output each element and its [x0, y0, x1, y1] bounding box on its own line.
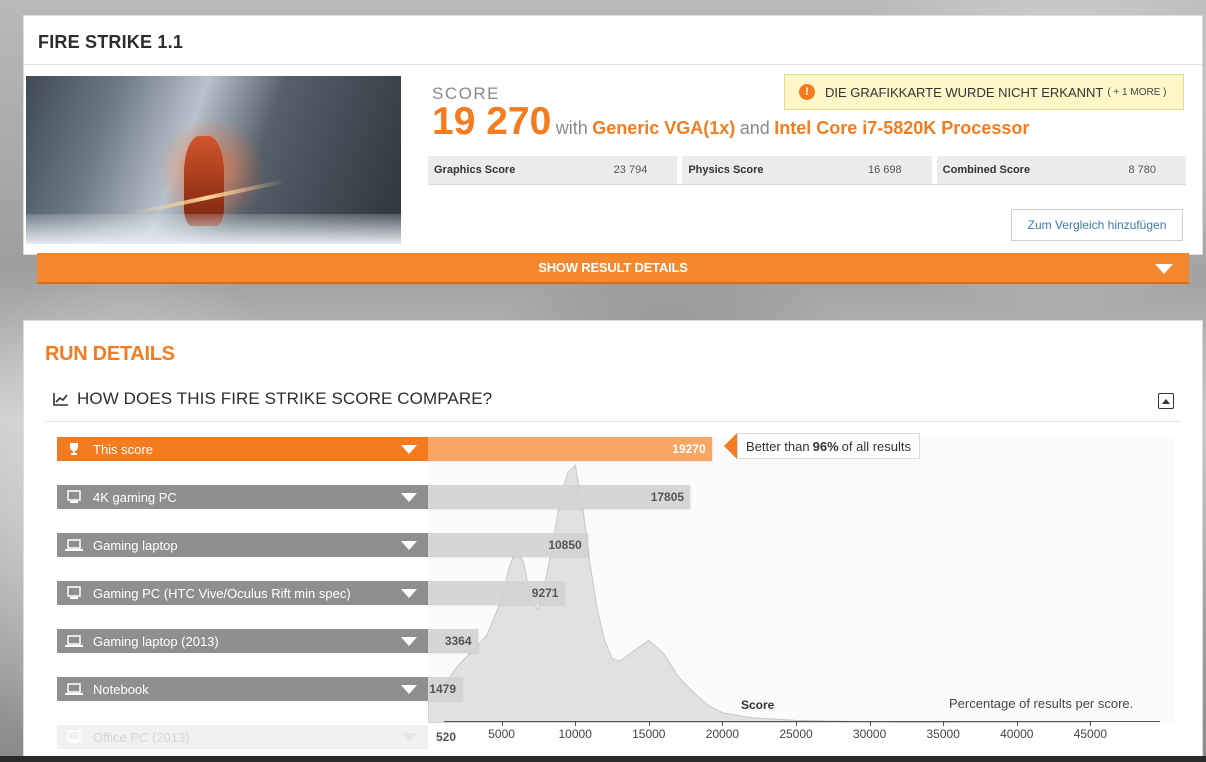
row-label-text: Gaming laptop (2013) — [93, 633, 219, 649]
row-label-text: This score — [93, 441, 153, 457]
row-dropdown[interactable]: Notebook — [57, 677, 428, 701]
callout-percent: 96% — [812, 438, 839, 454]
row-dropdown[interactable]: 4K gaming PC — [57, 485, 428, 509]
compare-heading-text: HOW DOES THIS FIRE STRIKE SCORE COMPARE? — [77, 389, 493, 408]
x-tick-label: 30000 — [852, 727, 887, 741]
compare-heading: HOW DOES THIS FIRE STRIKE SCORE COMPARE? — [53, 389, 492, 409]
chevron-down-icon — [401, 685, 417, 694]
chevron-down-icon — [401, 589, 417, 598]
desktop-icon — [65, 586, 83, 600]
benchmark-title: FIRE STRIKE 1.1 — [38, 32, 184, 52]
subscores: Graphics Score 23 794 Physics Score 16 6… — [428, 156, 1186, 184]
x-tick-label: 45000 — [1073, 727, 1108, 741]
run-details-card: RUN DETAILS HOW DOES THIS FIRE STRIKE SC… — [23, 320, 1203, 762]
subscore-label: Graphics Score — [434, 164, 516, 176]
callout-prefix: Better than — [746, 438, 810, 454]
x-tick — [501, 721, 503, 726]
warning-more[interactable]: ( + 1 MORE ) — [1107, 87, 1166, 98]
callout-arrow — [724, 433, 737, 459]
add-to-compare-button[interactable]: Zum Vergleich hinzufügen — [1011, 209, 1183, 241]
warning-text: DIE GRAFIKKARTE WURDE NICHT ERKANNT — [825, 84, 1104, 100]
chevron-down-icon — [401, 445, 417, 454]
graphics-score: Graphics Score 23 794 — [428, 156, 678, 184]
laptop-icon — [65, 634, 83, 648]
x-tick-label: 10000 — [558, 727, 592, 741]
callout-suffix: of all results — [841, 438, 912, 454]
with-text: with — [555, 118, 588, 138]
row-dropdown[interactable]: Office PC (2013) — [57, 725, 428, 749]
chevron-down-icon — [1155, 264, 1173, 274]
x-tick — [869, 721, 871, 726]
x-tick-label: 40000 — [1000, 727, 1034, 741]
warning-icon: ! — [799, 84, 815, 100]
line-chart-icon — [53, 393, 68, 406]
show-details-label: SHOW RESULT DETAILS — [538, 260, 688, 275]
score-bar: 17805 — [428, 485, 691, 509]
and-text: and — [739, 118, 770, 138]
score-bar: 3364 — [428, 629, 478, 653]
combined-score: Combined Score 8 780 — [936, 156, 1186, 184]
divider — [24, 64, 1202, 65]
cpu-name[interactable]: Intel Core i7-5820K Processor — [774, 118, 1029, 138]
x-tick — [648, 721, 650, 726]
row-dropdown[interactable]: Gaming PC (HTC Vive/Oculus Rift min spec… — [57, 581, 428, 605]
score-bar: 9271 — [428, 581, 565, 605]
bottom-edge — [0, 756, 1206, 762]
gpu-warning-badge[interactable]: ! DIE GRAFIKKARTE WURDE NICHT ERKANNT ( … — [784, 74, 1184, 110]
row-dropdown[interactable]: Gaming laptop — [57, 533, 428, 557]
physics-score: Physics Score 16 698 — [682, 156, 932, 184]
row-label-text: 4K gaming PC — [93, 489, 177, 505]
collapse-button[interactable] — [1158, 393, 1174, 409]
laptop-icon — [65, 682, 83, 696]
x-tick-label: 25000 — [779, 727, 813, 741]
subscore-value: 8 780 — [1128, 164, 1156, 176]
x-tick — [722, 721, 724, 726]
row-label-text: Notebook — [93, 681, 149, 697]
trophy-icon — [65, 442, 83, 456]
score-bar: 1479 — [428, 677, 462, 701]
subscore-label: Combined Score — [942, 164, 1031, 176]
row-label-text: Gaming laptop — [93, 537, 178, 553]
divider — [428, 184, 1186, 185]
desktop-icon — [65, 730, 83, 744]
better-than-callout: Better than 96% of all results — [724, 433, 921, 459]
x-tick — [575, 721, 577, 726]
show-result-details-button[interactable]: SHOW RESULT DETAILS — [37, 253, 1189, 284]
score-bar: 10850 — [428, 533, 588, 557]
row-label-text: Office PC (2013) — [93, 729, 190, 745]
subscore-value: 23 794 — [613, 164, 648, 176]
chevron-down-icon — [401, 733, 417, 742]
row-dropdown[interactable]: This score — [57, 437, 428, 461]
chevron-down-icon — [401, 541, 417, 550]
score-bar: 19270 — [428, 437, 712, 461]
laptop-icon — [65, 538, 83, 552]
x-tick — [1016, 721, 1018, 726]
row-label-text: Gaming PC (HTC Vive/Oculus Rift min spec… — [93, 585, 351, 601]
x-tick — [1090, 721, 1092, 726]
score-bar: 520 — [435, 730, 456, 744]
subscore-label: Physics Score — [688, 164, 764, 176]
chevron-down-icon — [401, 493, 417, 502]
x-tick-label: 15000 — [632, 727, 666, 741]
x-tick-label: 20000 — [705, 727, 740, 741]
x-axis — [444, 721, 1160, 722]
subscore-value: 16 698 — [868, 164, 902, 176]
row-dropdown[interactable]: Gaming laptop (2013) — [57, 629, 428, 653]
desktop-icon — [65, 490, 83, 504]
run-details-title: RUN DETAILS — [45, 343, 175, 365]
chevron-down-icon — [401, 637, 417, 646]
x-tick-label: 5000 — [488, 727, 515, 741]
score-value: 19 270 — [432, 100, 552, 143]
x-tick — [796, 721, 797, 726]
callout-text: Better than 96% of all results — [737, 433, 921, 459]
axis-note: Percentage of results per score. — [949, 696, 1134, 711]
result-card: FIRE STRIKE 1.1 SCORE 19 270 with Generi… — [23, 15, 1203, 255]
x-tick-label: 35000 — [926, 727, 960, 741]
benchmark-thumbnail — [26, 76, 401, 244]
gpu-name[interactable]: Generic VGA(1x) — [592, 118, 735, 138]
x-tick — [943, 721, 945, 726]
x-axis-title: Score — [741, 698, 775, 712]
divider — [45, 421, 1181, 422]
